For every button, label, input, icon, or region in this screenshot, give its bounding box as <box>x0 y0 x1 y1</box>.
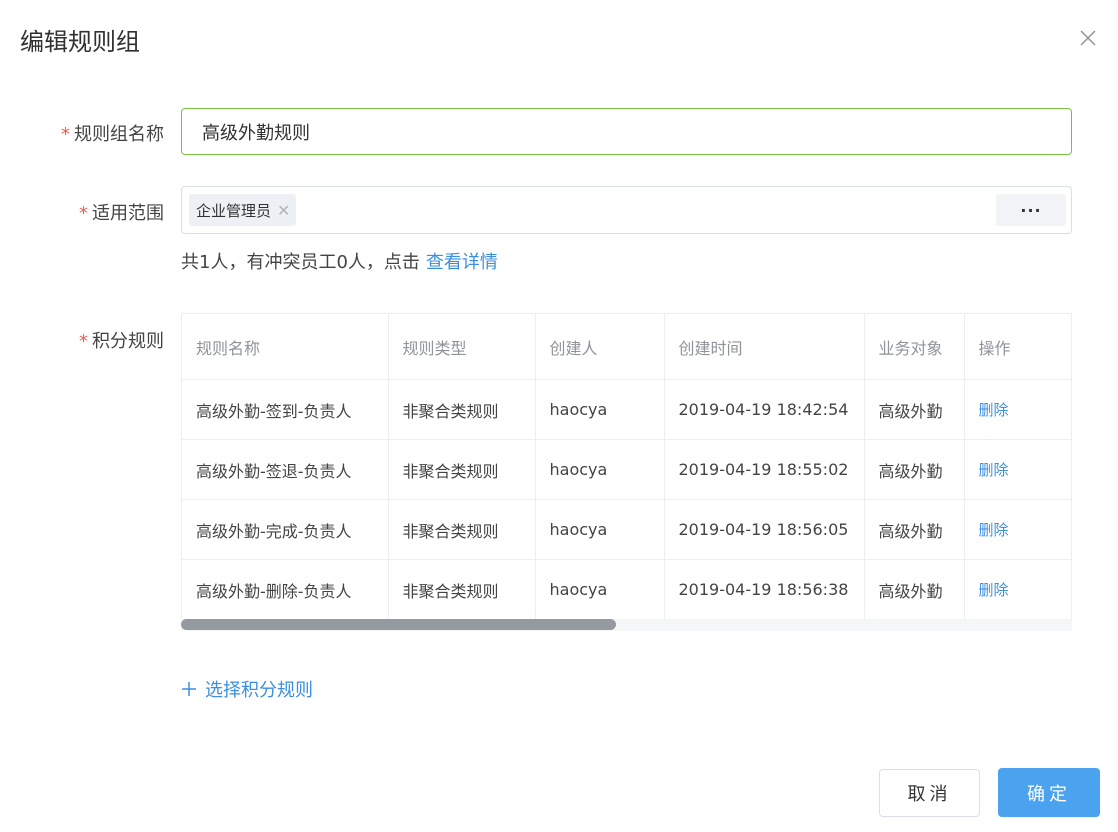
required-mark: * <box>61 124 70 145</box>
cell-created-time: 2019-04-19 18:42:54 <box>664 379 865 440</box>
scope-label-text: 适用范围 <box>92 203 164 224</box>
tag-close-icon[interactable]: ✕ <box>277 201 290 220</box>
cell-actions: 删除 <box>964 379 1071 440</box>
table-row: 高级外勤-签退-负责人 非聚合类规则 haocya 2019-04-19 18:… <box>182 439 1071 500</box>
cell-rule-name: 高级外勤-删除-负责人 <box>182 559 389 620</box>
cell-rule-type: 非聚合类规则 <box>388 439 536 500</box>
col-creator: 创建人 <box>535 314 665 380</box>
summary-text: 共1人，有冲突员工0人，点击 <box>181 252 420 273</box>
scope-tag: 企业管理员 ✕ <box>189 194 297 226</box>
add-rule-button[interactable]: 选择积分规则 <box>181 676 313 702</box>
cell-business-object: 高级外勤 <box>864 559 965 620</box>
table-header-row: 规则名称 规则类型 创建人 创建时间 业务对象 操作 <box>182 314 1071 380</box>
cell-business-object: 高级外勤 <box>864 379 965 440</box>
cell-business-object: 高级外勤 <box>864 439 965 500</box>
cell-rule-name: 高级外勤-完成-负责人 <box>182 499 389 560</box>
name-label: * 规则组名称 <box>14 120 164 146</box>
col-created-time: 创建时间 <box>664 314 865 380</box>
close-icon[interactable] <box>1078 28 1098 48</box>
cell-rule-name: 高级外勤-签到-负责人 <box>182 379 389 440</box>
delete-link[interactable]: 删除 <box>979 521 1009 539</box>
cell-rule-type: 非聚合类规则 <box>388 559 536 620</box>
scope-more-button[interactable]: ··· <box>996 194 1066 226</box>
scope-selector[interactable]: 企业管理员 ✕ ··· <box>181 186 1072 234</box>
rules-label: * 积分规则 <box>14 327 164 353</box>
scope-tag-label: 企业管理员 <box>196 201 272 220</box>
rules-table: 规则名称 规则类型 创建人 创建时间 业务对象 操作 高级外勤-签到-负责人 非… <box>181 313 1072 631</box>
cell-created-time: 2019-04-19 18:55:02 <box>664 439 865 500</box>
cell-rule-name: 高级外勤-签退-负责人 <box>182 439 389 500</box>
delete-link[interactable]: 删除 <box>979 461 1009 479</box>
cell-creator: haocya <box>535 499 665 560</box>
table-row: 高级外勤-签到-负责人 非聚合类规则 haocya 2019-04-19 18:… <box>182 379 1071 440</box>
col-rule-name: 规则名称 <box>182 314 389 380</box>
cell-created-time: 2019-04-19 18:56:05 <box>664 499 865 560</box>
dialog-title: 编辑规则组 <box>20 28 140 56</box>
cell-creator: haocya <box>535 379 665 440</box>
plus-icon <box>182 682 196 696</box>
view-details-link[interactable]: 查看详情 <box>426 252 498 273</box>
add-rule-label: 选择积分规则 <box>205 680 313 701</box>
cell-creator: haocya <box>535 559 665 620</box>
table-row: 高级外勤-删除-负责人 非聚合类规则 haocya 2019-04-19 18:… <box>182 559 1071 620</box>
cell-business-object: 高级外勤 <box>864 499 965 560</box>
cell-rule-type: 非聚合类规则 <box>388 499 536 560</box>
col-actions: 操作 <box>964 314 1071 380</box>
scope-summary: 共1人，有冲突员工0人，点击 查看详情 <box>181 248 498 274</box>
table-scrollbar[interactable] <box>181 619 1072 631</box>
delete-link[interactable]: 删除 <box>979 581 1009 599</box>
col-rule-type: 规则类型 <box>388 314 536 380</box>
scrollbar-thumb[interactable] <box>181 619 616 630</box>
cancel-button[interactable]: 取消 <box>879 769 980 817</box>
table-row: 高级外勤-完成-负责人 非聚合类规则 haocya 2019-04-19 18:… <box>182 499 1071 560</box>
required-mark: * <box>79 203 88 224</box>
required-mark: * <box>79 331 88 352</box>
cell-rule-type: 非聚合类规则 <box>388 379 536 440</box>
cell-created-time: 2019-04-19 18:56:38 <box>664 559 865 620</box>
cell-actions: 删除 <box>964 439 1071 500</box>
confirm-button[interactable]: 确定 <box>998 768 1100 817</box>
delete-link[interactable]: 删除 <box>979 401 1009 419</box>
cell-actions: 删除 <box>964 499 1071 560</box>
cell-creator: haocya <box>535 439 665 500</box>
scope-label: * 适用范围 <box>14 199 164 225</box>
rules-label-text: 积分规则 <box>92 331 164 352</box>
name-label-text: 规则组名称 <box>74 124 164 145</box>
cell-actions: 删除 <box>964 559 1071 620</box>
col-business-object: 业务对象 <box>864 314 965 380</box>
rule-group-name-input[interactable] <box>181 108 1072 155</box>
